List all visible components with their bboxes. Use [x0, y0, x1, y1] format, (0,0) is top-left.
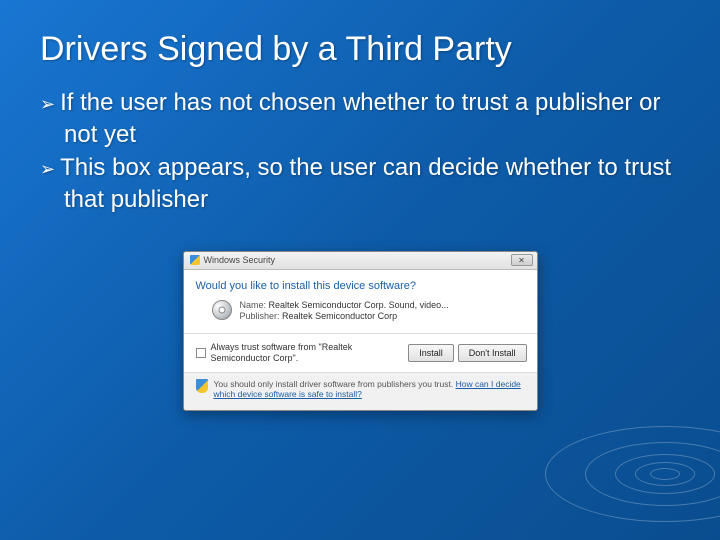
install-button[interactable]: Install — [408, 344, 454, 362]
always-trust-label: Always trust software from "Realtek Semi… — [211, 342, 371, 364]
dont-install-button[interactable]: Don't Install — [458, 344, 527, 362]
bullet-item: This box appears, so the user can decide… — [40, 152, 680, 217]
bullet-item: If the user has not chosen whether to tr… — [40, 87, 680, 152]
shield-icon — [190, 255, 200, 265]
windows-security-dialog: Windows Security ✕ Would you like to ins… — [183, 251, 538, 411]
shield-icon — [196, 379, 208, 393]
footer-advice: You should only install driver software … — [214, 379, 527, 400]
driver-info: Name: Realtek Semiconductor Corp. Sound,… — [240, 300, 449, 323]
slide-title: Drivers Signed by a Third Party — [0, 0, 720, 87]
dialog-titlebar: Windows Security ✕ — [184, 252, 537, 270]
disc-icon — [212, 300, 232, 320]
always-trust-checkbox[interactable] — [196, 348, 206, 358]
close-button[interactable]: ✕ — [511, 254, 533, 266]
dialog-prompt: Would you like to install this device so… — [184, 270, 537, 298]
dialog-title: Windows Security — [204, 255, 276, 265]
bullet-list: If the user has not chosen whether to tr… — [0, 87, 720, 217]
